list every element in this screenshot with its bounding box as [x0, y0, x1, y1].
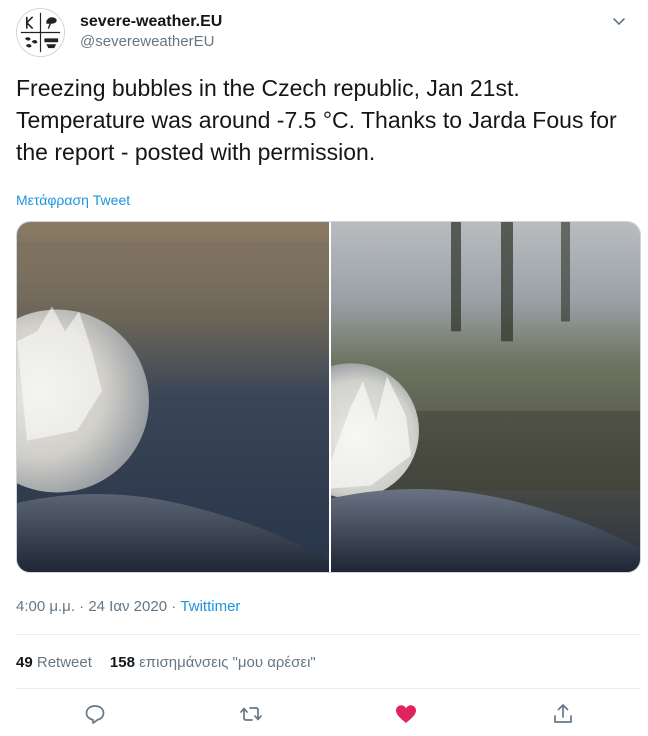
share-icon[interactable] — [551, 702, 575, 726]
reply-icon[interactable] — [83, 702, 107, 726]
retweets-count: 49 — [16, 654, 33, 671]
meta-separator: · — [167, 598, 181, 615]
tweet-date[interactable]: 24 Ιαν 2020 — [88, 598, 167, 615]
display-name[interactable]: severe-weather.EU — [80, 12, 222, 32]
tweet-header: severe-weather.EU @severeweatherEU — [16, 8, 632, 57]
tweet-source-link[interactable]: Twittimer — [180, 598, 240, 615]
heart-icon[interactable] — [394, 702, 418, 726]
likes-label: επισημάνσεις "μου αρέσει" — [139, 654, 316, 671]
translate-tweet-link[interactable]: Μετάφραση Tweet — [16, 192, 130, 208]
likes-count: 158 — [109, 654, 135, 671]
profile-logo-icon — [17, 9, 64, 56]
author-names: severe-weather.EU @severeweatherEU — [80, 12, 222, 52]
retweets-stat[interactable]: 49 Retweet — [16, 654, 92, 671]
meta-separator: · — [74, 598, 89, 615]
retweet-icon[interactable] — [239, 702, 263, 726]
photo-frozen-bubble-left[interactable] — [17, 222, 329, 572]
chevron-down-icon[interactable] — [610, 12, 628, 30]
tweet-actions — [0, 700, 648, 732]
tweet-media — [16, 221, 641, 573]
tweet-meta: 4:00 μ.μ. · 24 Ιαν 2020 · Twittimer — [16, 598, 240, 615]
tweet-stats: 49 Retweet 158 επισημάνσεις "μου αρέσει" — [16, 654, 316, 671]
divider — [16, 634, 641, 635]
likes-stat[interactable]: 158 επισημάνσεις "μου αρέσει" — [110, 654, 316, 671]
divider — [16, 688, 641, 689]
photo-frozen-bubble-right[interactable] — [331, 222, 640, 572]
user-handle[interactable]: @severeweatherEU — [80, 32, 222, 52]
avatar[interactable] — [16, 8, 65, 57]
retweets-label: Retweet — [36, 654, 92, 671]
tweet-text: Freezing bubbles in the Czech republic, … — [16, 75, 617, 165]
tweet-time[interactable]: 4:00 μ.μ. — [16, 598, 75, 615]
